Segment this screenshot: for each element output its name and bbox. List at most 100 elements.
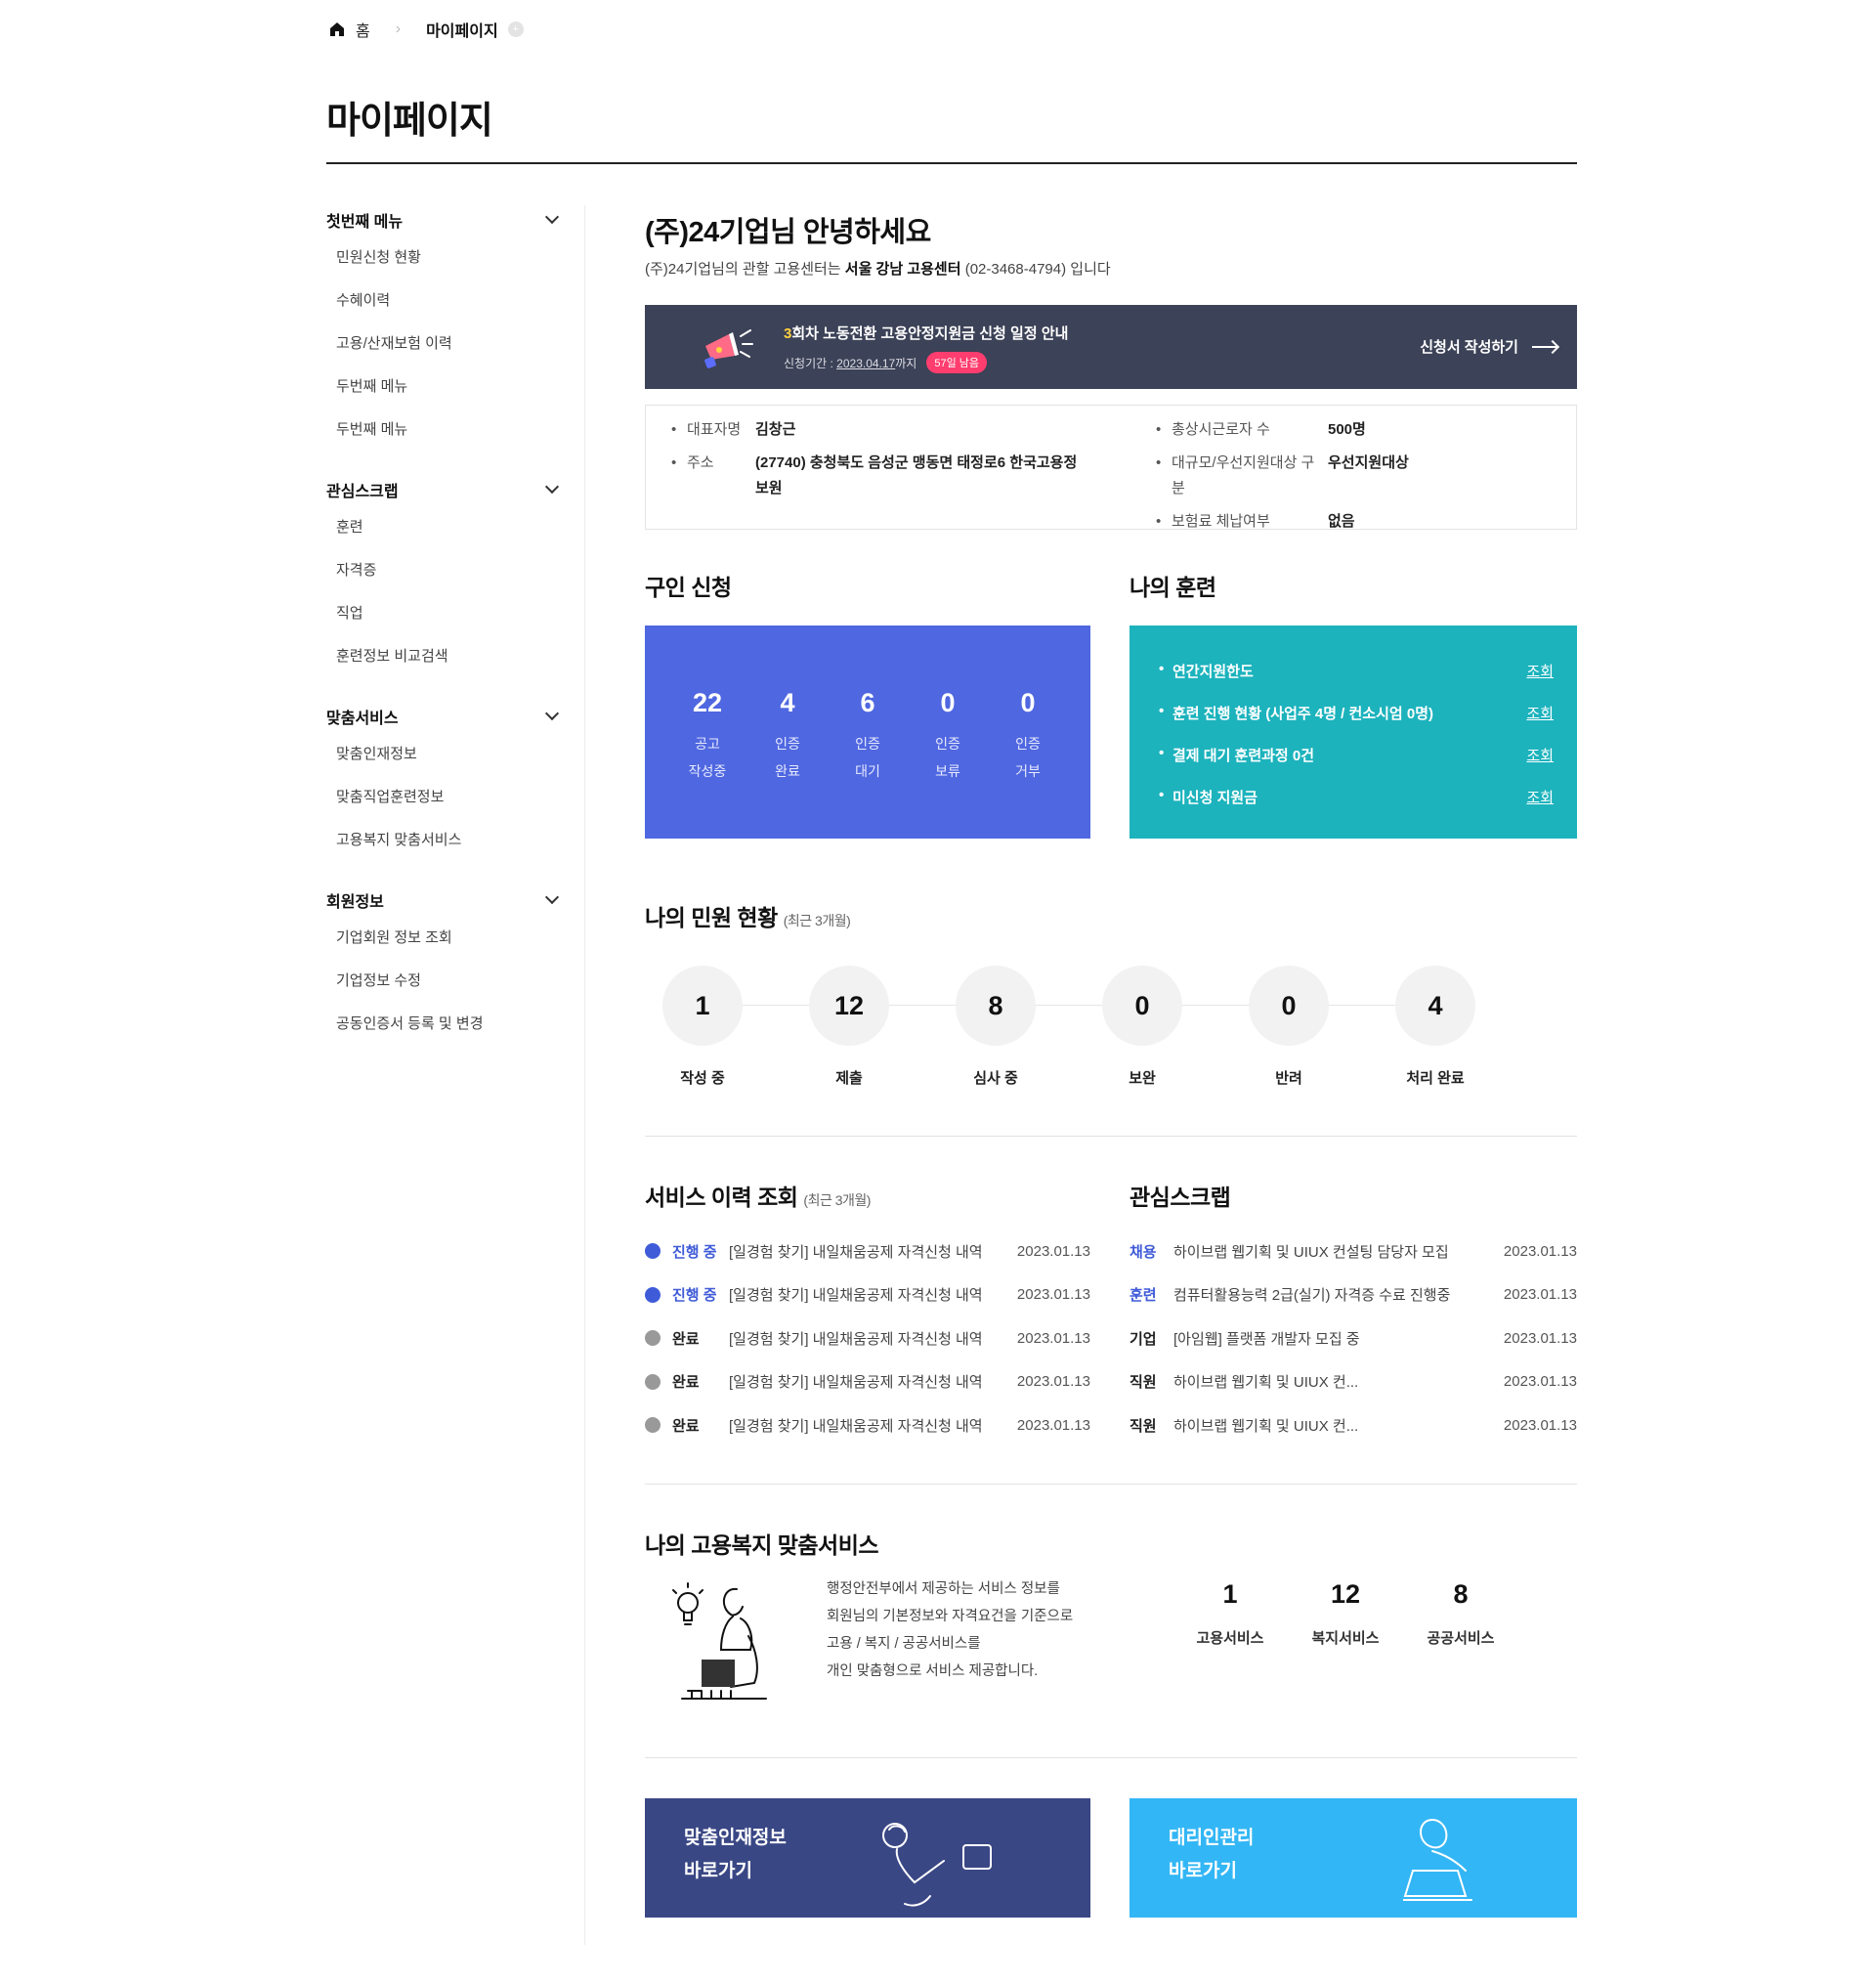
status-active-dot bbox=[645, 1286, 661, 1303]
job-stat-label-line: 공고 bbox=[695, 736, 720, 752]
sidebar-item[interactable]: 고용/산재보험 이력 bbox=[326, 323, 563, 366]
service-history-list: 진행 중 [일경험 찾기] 내일채움공제 자격신청 내역 2023.01.13 진행 … bbox=[645, 1229, 1090, 1447]
sidebar-group-header[interactable]: 맞춤서비스 bbox=[326, 700, 563, 733]
info-key: 대규모/우선지원대상 구분 bbox=[1156, 451, 1328, 501]
training-item: 연간지원한도 bbox=[1159, 661, 1254, 703]
civil-step[interactable]: 12 제출 bbox=[790, 966, 908, 1088]
service-date: 2023.01.13 bbox=[1016, 1416, 1090, 1434]
sidebar-group-title: 관심스크랩 bbox=[326, 484, 399, 500]
job-stat[interactable]: 22 공고 작성중 bbox=[682, 688, 733, 839]
job-stat-label: 인증 완료 bbox=[762, 730, 813, 785]
home-icon[interactable] bbox=[328, 21, 346, 38]
scrap-category: 훈련 bbox=[1130, 1287, 1157, 1305]
info-row: 대표자명김창근 bbox=[671, 417, 1101, 443]
sidebar-group-header[interactable]: 회원정보 bbox=[326, 884, 563, 917]
sidebar-group-header[interactable]: 관심스크랩 bbox=[326, 473, 563, 506]
chevron-down-icon[interactable] bbox=[544, 706, 560, 721]
service-history-row[interactable]: 진행 중 [일경험 찾기] 내일채움공제 자격신청 내역 2023.01.13 bbox=[645, 1273, 1090, 1317]
view-link[interactable]: 조회 bbox=[1526, 787, 1554, 829]
breadcrumb-home[interactable]: 홈 bbox=[356, 18, 370, 41]
scrap-row[interactable]: 채용 하이브랩 웹기획 및 UIUX 컨설팅 담당자 모집 2023.01.13 bbox=[1130, 1229, 1577, 1273]
civil-step[interactable]: 8 심사 중 bbox=[937, 966, 1054, 1088]
civil-step[interactable]: 0 보완 bbox=[1084, 966, 1201, 1088]
sidebar-item[interactable]: 수혜이력 bbox=[326, 280, 563, 323]
civil-step-label: 보완 bbox=[1129, 1070, 1156, 1087]
service-history-row[interactable]: 진행 중 [일경험 찾기] 내일채움공제 자격신청 내역 2023.01.13 bbox=[645, 1229, 1090, 1273]
info-row: 보험료 체납여부없음 bbox=[1156, 509, 1566, 535]
job-stat-label-line: 인증 bbox=[775, 736, 800, 752]
scrap-row[interactable]: 훈련 컴퓨터활용능력 2급(실기) 자격증 수료 진행중 2023.01.13 bbox=[1130, 1273, 1577, 1317]
breadcrumb-current: 마이페이지 bbox=[426, 23, 498, 40]
job-stat-label: 공고 작성중 bbox=[682, 730, 733, 785]
welfare-stat[interactable]: 8 공공서비스 bbox=[1403, 1579, 1518, 1648]
banner-period: 신청기간 : 2023.04.17까지 57일 남음 bbox=[784, 352, 987, 373]
sidebar-item[interactable]: 기업회원 정보 조회 bbox=[326, 917, 563, 960]
job-stat[interactable]: 6 인증 대기 bbox=[842, 688, 893, 839]
job-stat-label: 인증 대기 bbox=[842, 730, 893, 785]
view-link[interactable]: 조회 bbox=[1526, 661, 1554, 703]
breadcrumb: 홈 › 마이페이지 + bbox=[328, 18, 524, 41]
divider bbox=[645, 1757, 1577, 1758]
service-date: 2023.01.13 bbox=[1016, 1242, 1090, 1260]
service-history-row[interactable]: 완료 [일경험 찾기] 내일채움공제 자격신청 내역 2023.01.13 bbox=[645, 1403, 1090, 1447]
status-done-dot bbox=[645, 1373, 661, 1390]
welfare-stat[interactable]: 1 고용서비스 bbox=[1172, 1579, 1288, 1648]
scrap-date: 2023.01.13 bbox=[1503, 1373, 1577, 1391]
view-link[interactable]: 조회 bbox=[1526, 703, 1554, 745]
welfare-stats: 1 고용서비스 12 복지서비스 8 공공서비스 bbox=[1172, 1579, 1518, 1648]
civil-step[interactable]: 1 작성 중 bbox=[644, 966, 761, 1088]
job-stat[interactable]: 0 인증 거부 bbox=[1002, 688, 1053, 839]
welfare-desc-line: 고용 / 복지 / 공공서비스를 bbox=[827, 1636, 981, 1652]
service-history-row[interactable]: 완료 [일경험 찾기] 내일채움공제 자격신청 내역 2023.01.13 bbox=[645, 1360, 1090, 1404]
civil-step[interactable]: 0 반려 bbox=[1230, 966, 1347, 1088]
service-title: [일경험 찾기] 내일채움공제 자격신청 내역 bbox=[729, 1417, 983, 1435]
person-laptop-illustration bbox=[672, 1582, 767, 1700]
info-key: 보험료 체납여부 bbox=[1156, 509, 1328, 535]
write-application-button[interactable]: 신청서 작성하기 bbox=[1420, 336, 1557, 357]
sidebar-item[interactable]: 두번째 메뉴 bbox=[326, 409, 563, 452]
sidebar-group-header[interactable]: 첫번째 메뉴 bbox=[326, 203, 563, 237]
sidebar-item[interactable]: 기업정보 수정 bbox=[326, 960, 563, 1003]
service-status: 완료 bbox=[672, 1417, 700, 1435]
civil-step[interactable]: 4 처리 완료 bbox=[1377, 966, 1494, 1088]
welfare-stat[interactable]: 12 복지서비스 bbox=[1288, 1579, 1403, 1648]
job-section-title: 구인 신청 bbox=[645, 575, 732, 600]
welfare-stat-label: 고용서비스 bbox=[1196, 1630, 1264, 1647]
chevron-down-icon[interactable] bbox=[544, 479, 560, 495]
job-stat[interactable]: 4 인증 완료 bbox=[762, 688, 813, 839]
plus-icon[interactable]: + bbox=[507, 22, 524, 37]
info-value: 김창근 bbox=[755, 421, 796, 438]
scrap-row[interactable]: 직원 하이브랩 웹기획 및 UIUX 컨... 2023.01.13 bbox=[1130, 1360, 1577, 1404]
info-key: 대표자명 bbox=[671, 417, 755, 443]
sidebar-item[interactable]: 맞춤직업훈련정보 bbox=[326, 776, 563, 819]
scrap-row[interactable]: 직원 하이브랩 웹기획 및 UIUX 컨... 2023.01.13 bbox=[1130, 1403, 1577, 1447]
sidebar: 첫번째 메뉴 민원신청 현황 수혜이력 고용/산재보험 이력 두번째 메뉴 두번째 메뉴 관… bbox=[326, 203, 563, 1067]
sidebar-item[interactable]: 공동인증서 등록 및 변경 bbox=[326, 1003, 563, 1046]
service-title: [일경험 찾기] 내일채움공제 자격신청 내역 bbox=[729, 1243, 983, 1261]
sidebar-item[interactable]: 민원신청 현황 bbox=[326, 237, 563, 280]
agent-management-shortcut[interactable]: 대리인관리 바로가기 bbox=[1130, 1798, 1577, 1918]
job-stat[interactable]: 0 인증 보류 bbox=[922, 688, 973, 839]
sidebar-group: 첫번째 메뉴 민원신청 현황 수혜이력 고용/산재보험 이력 두번째 메뉴 두번째 메뉴 bbox=[326, 203, 563, 452]
sidebar-item[interactable]: 고용복지 맞춤서비스 bbox=[326, 819, 563, 862]
job-stat-label-line: 거부 bbox=[1015, 763, 1041, 779]
service-history-row[interactable]: 완료 [일경험 찾기] 내일채움공제 자격신청 내역 2023.01.13 bbox=[645, 1316, 1090, 1360]
talent-info-shortcut[interactable]: 맞춤인재정보 바로가기 bbox=[645, 1798, 1090, 1918]
service-date: 2023.01.13 bbox=[1016, 1329, 1090, 1347]
sidebar-item[interactable]: 직업 bbox=[326, 592, 563, 635]
sidebar-item[interactable]: 훈련 bbox=[326, 506, 563, 549]
view-link[interactable]: 조회 bbox=[1526, 745, 1554, 787]
sidebar-item[interactable]: 맞춤인재정보 bbox=[326, 733, 563, 776]
info-value: 우선지원대상 bbox=[1328, 454, 1409, 471]
sidebar-item[interactable]: 두번째 메뉴 bbox=[326, 366, 563, 409]
sidebar-item[interactable]: 자격증 bbox=[326, 549, 563, 592]
chevron-down-icon[interactable] bbox=[544, 889, 560, 905]
chevron-down-icon[interactable] bbox=[544, 209, 560, 225]
scrap-title: 하이브랩 웹기획 및 UIUX 컨설팅 담당자 모집 bbox=[1173, 1243, 1449, 1261]
service-title: [일경험 찾기] 내일채움공제 자격신청 내역 bbox=[729, 1287, 983, 1305]
welfare-stat-label: 공공서비스 bbox=[1427, 1630, 1495, 1647]
sidebar-item[interactable]: 훈련정보 비교검색 bbox=[326, 635, 563, 678]
notice-banner[interactable]: 3회차 노동전환 고용안정지원금 신청 일정 안내 신청기간 : 2023.04… bbox=[645, 305, 1577, 389]
scrap-row[interactable]: 기업 [아임웹] 플랫폼 개발자 모집 중 2023.01.13 bbox=[1130, 1316, 1577, 1360]
welfare-desc-line: 행정안전부에서 제공하는 서비스 정보를 bbox=[827, 1581, 1060, 1597]
